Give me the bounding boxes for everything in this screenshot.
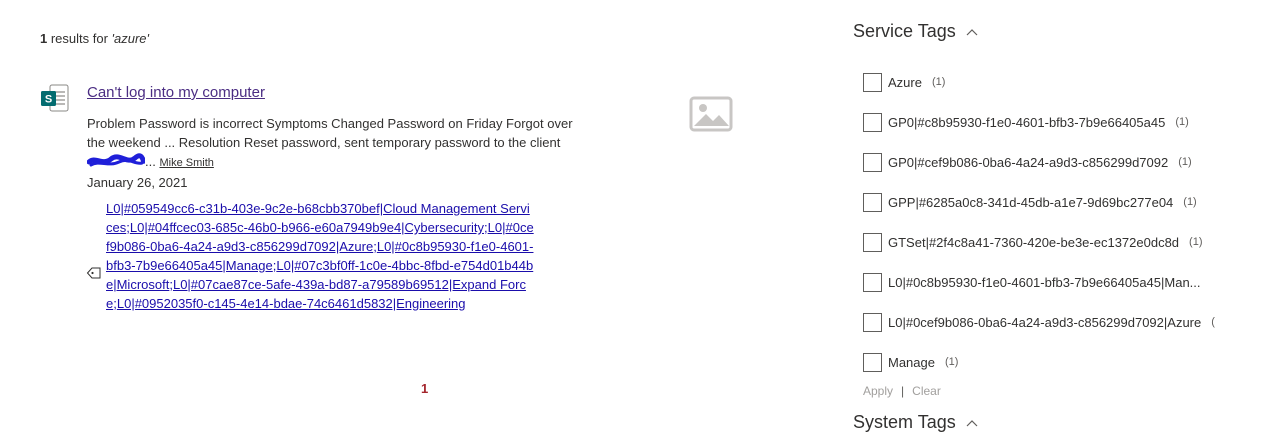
pagination-page-1[interactable]: 1 [421, 381, 428, 396]
result-date: January 26, 2021 [87, 175, 188, 190]
apply-button[interactable]: Apply [863, 384, 893, 398]
svg-text:S: S [45, 94, 52, 106]
system-tags-heading[interactable]: System Tags [853, 412, 978, 433]
checkbox[interactable] [863, 352, 882, 372]
sharepoint-doc-icon: S [41, 84, 69, 112]
system-tags-title: System Tags [853, 412, 956, 432]
service-tag-count: (1) [1183, 196, 1197, 208]
service-tag-count: (1) [1178, 156, 1192, 168]
result-tags: L0|#059549cc6-c31b-403e-9c2e-b68cbb370be… [106, 199, 536, 313]
results-count: 1 results for 'azure' [40, 31, 149, 46]
service-tags-list: Azure (1) GP0|#c8b95930-f1e0-4601-bfb3-7b9… [863, 62, 1243, 382]
service-tag-count: (1) [1175, 116, 1189, 128]
summary-ellipsis: ... [145, 154, 156, 169]
tag-link[interactable]: L0|#0952035f0-c145-4e14-bdae-74c6461d583… [117, 296, 466, 311]
service-tag-label: Azure [888, 74, 922, 90]
service-tag-option[interactable]: GTSet|#2f4c8a41-7360-420e-be3e-ec1372e0d… [863, 222, 1243, 262]
service-tag-option[interactable]: Manage (1) [863, 342, 1243, 382]
results-count-text: results for [47, 31, 112, 46]
refiner-actions: Apply | Clear [863, 384, 941, 398]
service-tag-option[interactable]: L0|#0cef9b086-0ba6-4a24-a9d3-c856299d709… [863, 302, 1243, 342]
clear-button[interactable]: Clear [912, 384, 941, 398]
service-tag-label: GTSet|#2f4c8a41-7360-420e-be3e-ec1372e0d… [888, 234, 1180, 250]
tag-link[interactable]: L0|#04ffcec03-685c-46b0-b966-e60a7949b9e… [130, 220, 484, 235]
service-tag-option[interactable]: GP0|#c8b95930-f1e0-4601-bfb3-7b9e66405a4… [863, 102, 1243, 142]
result-summary: Problem Password is incorrect Symptoms C… [87, 114, 592, 173]
service-tag-option[interactable]: L0|#0c8b95930-f1e0-4601-bfb3-7b9e66405a4… [863, 262, 1243, 302]
service-tag-count: (1) [944, 356, 959, 368]
service-tag-label: GP0|#cef9b086-0ba6-4a24-a9d3-c856299d709… [888, 154, 1169, 170]
search-results-page: 1 results for 'azure' S Can't log into m… [0, 0, 1280, 439]
chevron-up-icon[interactable] [966, 419, 978, 427]
result-summary-text: Problem Password is incorrect Symptoms C… [87, 116, 573, 150]
service-tag-count: (1) [931, 76, 946, 88]
author-link[interactable]: Mike Smith [159, 157, 213, 169]
service-tag-label: L0|#0cef9b086-0ba6-4a24-a9d3-c856299d709… [888, 314, 1202, 330]
checkbox[interactable] [863, 72, 882, 92]
checkbox[interactable] [863, 112, 882, 132]
tag-icon [86, 267, 101, 279]
service-tag-label: Manage [888, 354, 935, 370]
checkbox[interactable] [863, 272, 882, 292]
service-tag-option[interactable]: GPP|#6285a0c8-341d-45db-a1e7-9d69bc277e0… [863, 182, 1243, 222]
checkbox[interactable] [863, 232, 882, 252]
service-tags-title: Service Tags [853, 21, 956, 41]
service-tag-option[interactable]: GP0|#cef9b086-0ba6-4a24-a9d3-c856299d709… [863, 142, 1243, 182]
checkbox[interactable] [863, 192, 882, 212]
service-tag-count: (1) [1189, 236, 1203, 248]
service-tag-count: ( [1211, 316, 1215, 328]
results-query: 'azure' [111, 31, 150, 46]
result-title-link[interactable]: Can't log into my computer [87, 84, 265, 101]
service-tag-label: L0|#0c8b95930-f1e0-4601-bfb3-7b9e66405a4… [888, 274, 1201, 290]
checkbox[interactable] [863, 312, 882, 332]
service-tag-option[interactable]: Azure (1) [863, 62, 1243, 102]
checkbox[interactable] [863, 152, 882, 172]
chevron-up-icon[interactable] [966, 28, 978, 36]
image-placeholder-icon [689, 96, 733, 132]
service-tag-label: GP0|#c8b95930-f1e0-4601-bfb3-7b9e66405a4… [888, 114, 1166, 130]
service-tag-label: GPP|#6285a0c8-341d-45db-a1e7-9d69bc277e0… [888, 194, 1174, 210]
actions-separator: | [901, 384, 905, 398]
service-tags-heading[interactable]: Service Tags [853, 21, 978, 42]
redaction-scribble [87, 153, 145, 167]
